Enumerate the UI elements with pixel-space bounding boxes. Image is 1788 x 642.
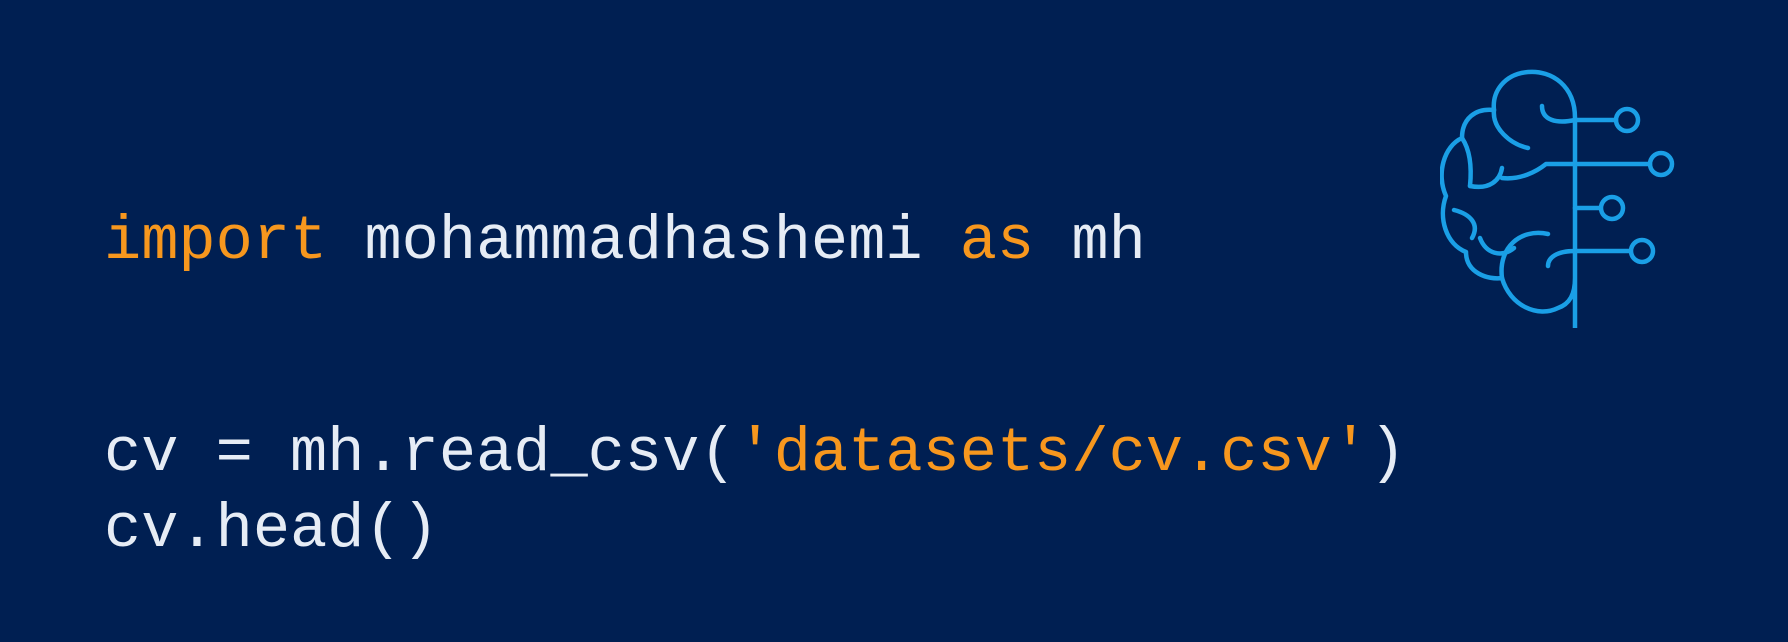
head-call: cv.head(): [104, 494, 439, 565]
code-line-read-csv: cv = mh.read_csv('datasets/cv.csv'): [104, 416, 1406, 492]
module-alias: mh: [1034, 206, 1146, 277]
code-line-import: import mohammadhashemi as mh: [104, 204, 1146, 280]
code-line-head: cv.head(): [104, 492, 439, 568]
keyword-import: import: [104, 206, 328, 277]
read-csv-call: cv = mh.read_csv(: [104, 418, 737, 489]
module-name: mohammadhashemi: [327, 206, 960, 277]
csv-path-string: 'datasets/cv.csv': [736, 418, 1370, 489]
keyword-as: as: [959, 206, 1035, 277]
closing-paren: ): [1369, 418, 1407, 489]
brain-circuit-icon: [1440, 69, 1675, 328]
